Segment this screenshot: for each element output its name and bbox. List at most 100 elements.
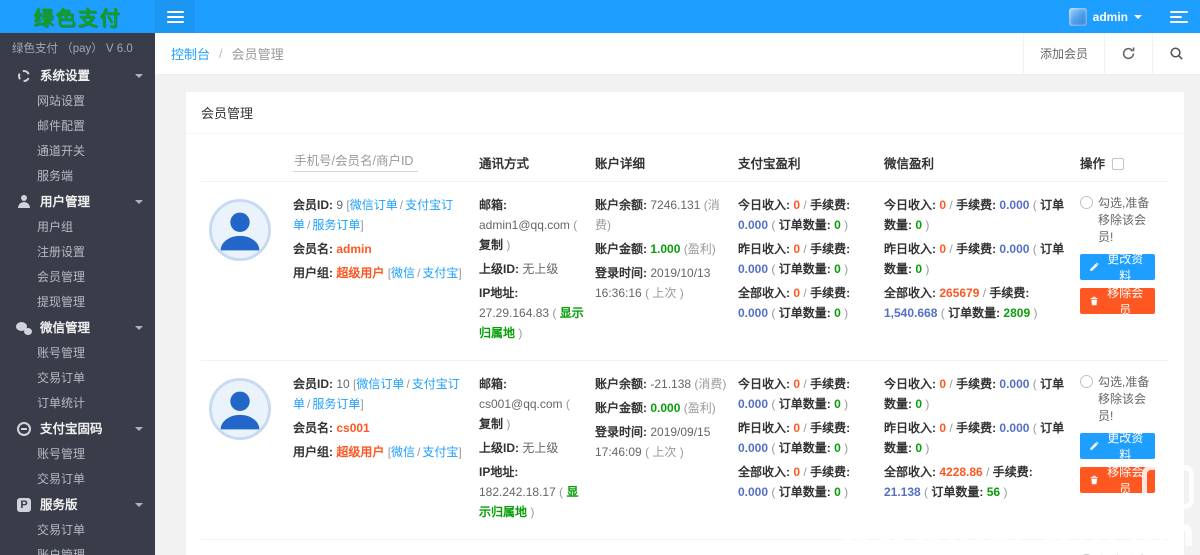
chevron-down-icon	[135, 74, 143, 82]
copy-link[interactable]: 复制	[479, 417, 503, 431]
member-name-label: 会员名:	[293, 242, 333, 256]
parent-id-label: 上级ID:	[479, 262, 519, 276]
contact-cell: 邮箱: admin1@qq.com ( 复制 ) 上级ID: 无上级 IP地址:…	[479, 198, 584, 340]
search-button[interactable]	[1152, 33, 1200, 74]
col-action: 操作	[1080, 157, 1106, 171]
admin-dropdown[interactable]: admin	[1051, 0, 1160, 33]
table-row: 会员ID: 11 [微信订单/支付宝订单/服务订单/] 会员名: cc123 用…	[201, 539, 1169, 555]
sidebar-section-label: 系统设置	[40, 69, 91, 83]
profit-line: 今日收入: 0 / 手续费: 0.000 ( 订单数量: 0 )	[884, 198, 1065, 232]
account-detail-cell: 账户余额: -21.138 (消费) 账户金额: 0.000 (盈利) 登录时间…	[595, 377, 727, 459]
table-header: 通讯方式 账户详细 支付宝盈利 微信盈利 操作	[201, 134, 1169, 181]
order-link[interactable]: 服务订单	[312, 397, 360, 411]
remove-hint: 勾选,准备移除该会员!	[1098, 375, 1150, 423]
chevron-down-icon	[1134, 14, 1142, 23]
sidebar-item[interactable]: 邮件配置	[0, 114, 155, 139]
refresh-button[interactable]	[1104, 33, 1152, 74]
sidebar-section-header[interactable]: 用户管理	[0, 189, 155, 215]
sidebar-section: 系统设置 网站设置 邮件配置 通道开关 服务端	[0, 63, 155, 189]
member-id-label: 会员ID:	[293, 198, 333, 212]
sidebar-item[interactable]: 账号管理	[0, 341, 155, 366]
sidebar-item[interactable]: 通道开关	[0, 139, 155, 164]
breadcrumb-separator: /	[219, 46, 223, 61]
admin-avatar	[1068, 7, 1087, 26]
order-link[interactable]: 微信订单	[356, 377, 404, 391]
sidebar-item[interactable]: 会员管理	[0, 265, 155, 290]
edit-member-button[interactable]: 更改资料	[1080, 252, 1155, 283]
email-value: cs001@qq.com	[479, 397, 563, 411]
sidebar-item[interactable]: 服务端	[0, 164, 155, 189]
member-info-cell: 会员ID: 10 [微信订单/支付宝订单/服务订单/] 会员名: cs001 用…	[293, 377, 462, 459]
member-id-label: 会员ID:	[293, 377, 333, 391]
remove-hint: 勾选,准备移除该会员!	[1098, 196, 1150, 244]
sidebar-section-header[interactable]: 微信管理	[0, 315, 155, 341]
remove-radio[interactable]	[1080, 375, 1093, 388]
group-link[interactable]: 微信	[391, 445, 415, 459]
select-all-checkbox[interactable]	[1112, 158, 1125, 170]
member-id-value: 10	[336, 377, 350, 391]
email-value: admin1@qq.com	[479, 218, 570, 232]
profit-line: 昨日收入: 0 / 手续费: 0.000 ( 订单数量: 0 )	[738, 421, 851, 455]
sidebar-item[interactable]: 账号管理	[0, 442, 155, 467]
sidebar-section-header[interactable]: 服务版	[0, 492, 155, 518]
sidebar-item[interactable]: 网站设置	[0, 89, 155, 114]
wechat-profit-cell: 今日收入: 0 / 手续费: 0.000 ( 订单数量: 0 )	[884, 374, 1080, 526]
add-member-button[interactable]: 添加会员	[1022, 33, 1104, 74]
remove-member-button[interactable]: 移除会员	[1080, 465, 1155, 496]
group-link[interactable]: 支付宝	[422, 445, 458, 459]
ip-label: IP地址:	[479, 465, 519, 479]
chevron-down-icon	[135, 503, 143, 511]
balance-label: 账户余额:	[595, 377, 647, 391]
breadcrumb: 控制台 / 会员管理	[155, 33, 284, 74]
hamburger-menu-icon[interactable]	[155, 0, 195, 33]
profit-line: 全部收入: 0 / 手续费: 0.000 ( 订单数量: 0 )	[738, 286, 851, 320]
search-input[interactable]	[293, 151, 418, 172]
member-id-value: 9	[336, 198, 344, 212]
main-area: 控制台 / 会员管理 添加会员 会员管理 通讯方式 账户详细 支付宝盈	[155, 33, 1200, 555]
sidebar-item[interactable]: 交易订单	[0, 366, 155, 391]
user-icon	[16, 194, 32, 210]
avatar	[209, 199, 271, 261]
breadcrumb-home-link[interactable]: 控制台	[171, 44, 210, 63]
amount-label: 账户金额:	[595, 242, 647, 256]
ip-value: 182.242.18.17	[479, 485, 556, 499]
alipay-icon	[16, 421, 32, 437]
sidebar-item[interactable]: 交易订单	[0, 518, 155, 543]
email-label: 邮箱:	[479, 377, 507, 391]
amount-value: 1.000	[650, 242, 681, 256]
order-link[interactable]: 服务订单	[312, 218, 360, 232]
sidebar-item[interactable]: 交易订单	[0, 467, 155, 492]
balance-label: 账户余额:	[595, 198, 647, 212]
sidebar-section-header[interactable]: 支付宝固码	[0, 416, 155, 442]
edit-icon	[1090, 441, 1099, 450]
sidebar-section-label: 微信管理	[40, 321, 91, 335]
profit-line: 全部收入: 4228.86 / 手续费: 21.138 ( 订单数量: 56 )	[884, 465, 1033, 499]
member-management-card: 会员管理 通讯方式 账户详细 支付宝盈利 微信盈利 操作	[185, 91, 1185, 555]
group-link[interactable]: 支付宝	[422, 266, 458, 280]
app-logo: 绿色支付	[33, 8, 122, 30]
remove-radio[interactable]	[1080, 196, 1093, 209]
profit-line: 今日收入: 0 / 手续费: 0.000 ( 订单数量: 0 )	[738, 377, 851, 411]
sidebar-section-label: 支付宝固码	[40, 422, 103, 436]
breadcrumb-bar: 控制台 / 会员管理 添加会员	[155, 33, 1200, 75]
group-link[interactable]: 微信	[391, 266, 415, 280]
edit-member-button[interactable]: 更改资料	[1080, 431, 1155, 462]
member-info-cell: 会员ID: 9 [微信订单/支付宝订单/服务订单/] 会员名: admin 用户…	[293, 198, 462, 280]
right-panel-icon[interactable]	[1160, 0, 1200, 33]
wechat-icon	[16, 320, 32, 336]
sidebar-item[interactable]: 订单统计	[0, 391, 155, 416]
copy-link[interactable]: 复制	[479, 238, 503, 252]
sidebar-section: 微信管理 账号管理 交易订单 订单统计	[0, 315, 155, 416]
contact-cell: 邮箱: cs001@qq.com ( 复制 ) 上级ID: 无上级 IP地址: …	[479, 377, 579, 519]
email-label: 邮箱:	[479, 198, 507, 212]
sidebar-item[interactable]: 提现管理	[0, 290, 155, 315]
sidebar-section-label: 用户管理	[40, 195, 91, 209]
profit-line: 今日收入: 0 / 手续费: 0.000 ( 订单数量: 0 )	[884, 377, 1065, 411]
remove-member-button[interactable]: 移除会员	[1080, 286, 1155, 317]
order-link[interactable]: 微信订单	[350, 198, 398, 212]
sidebar-item[interactable]: 账户管理	[0, 543, 155, 555]
sidebar-item[interactable]: 用户组	[0, 215, 155, 240]
sidebar-item[interactable]: 注册设置	[0, 240, 155, 265]
sidebar-section-header[interactable]: 系统设置	[0, 63, 155, 89]
profit-line: 昨日收入: 0 / 手续费: 0.000 ( 订单数量: 0 )	[738, 242, 851, 276]
